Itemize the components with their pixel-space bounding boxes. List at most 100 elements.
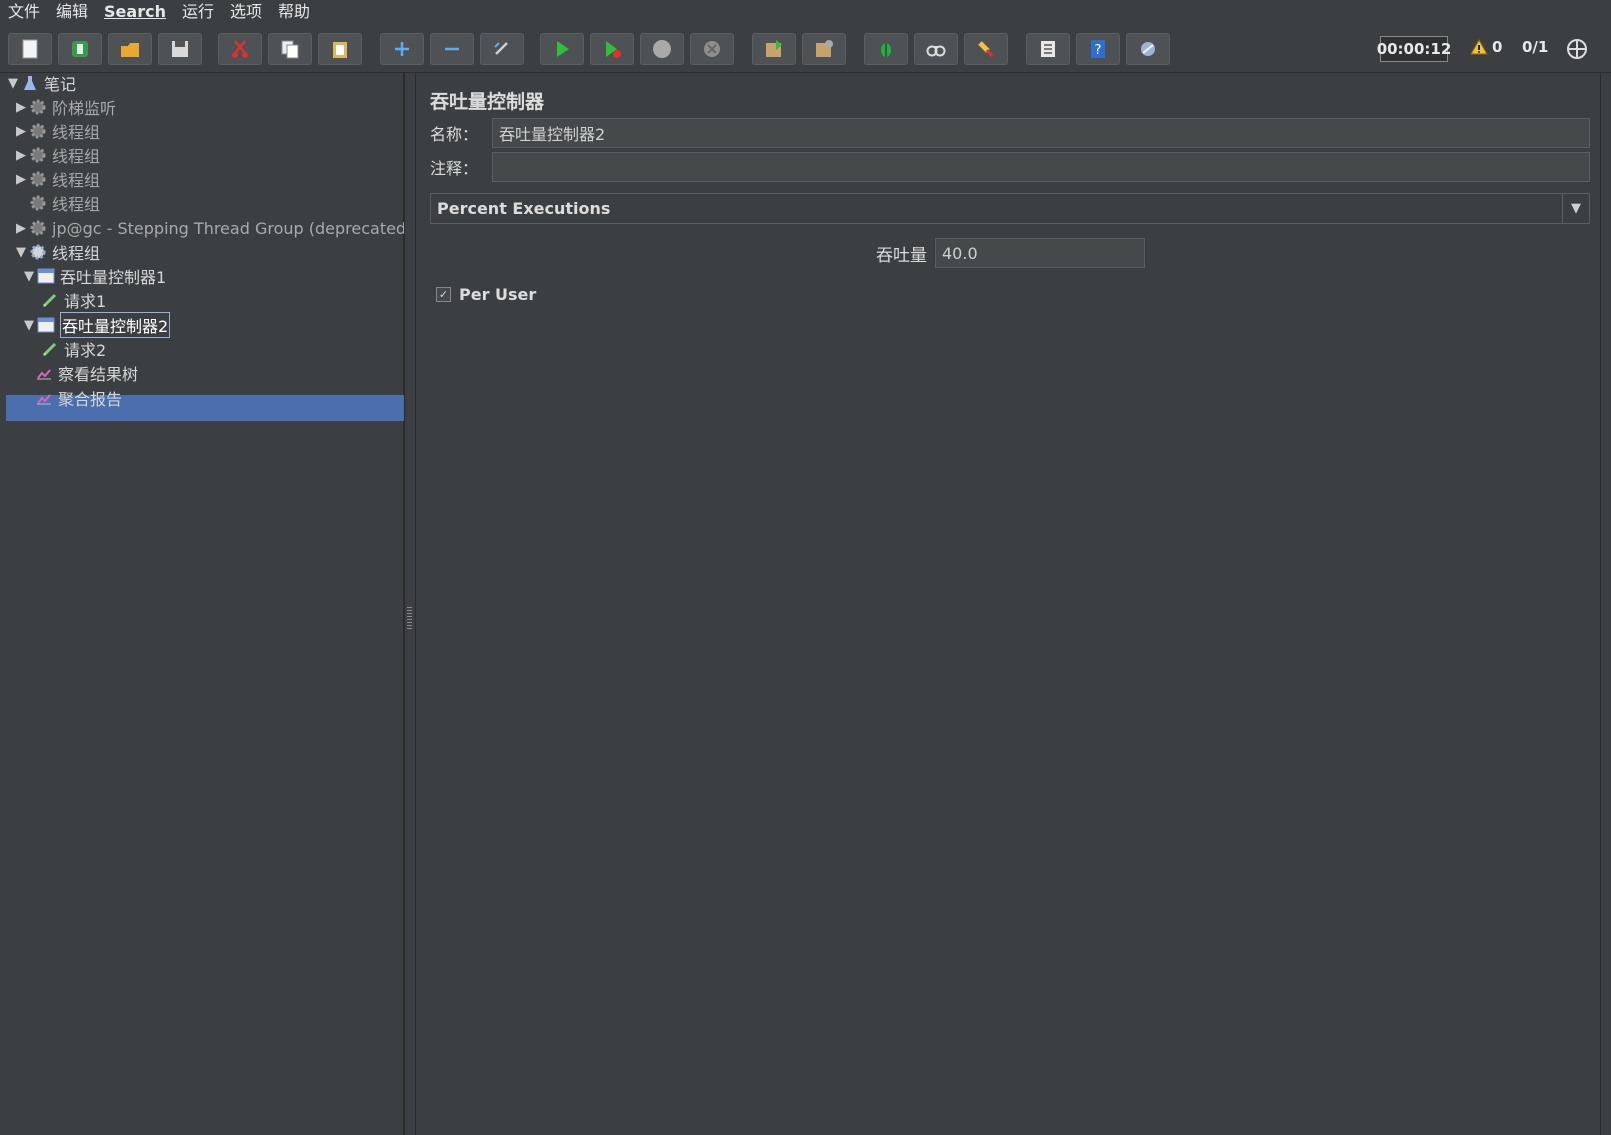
gear-icon xyxy=(28,121,48,141)
cut-button[interactable] xyxy=(218,33,262,65)
cut-icon xyxy=(232,40,248,58)
tree-node-aggregate-report[interactable]: 聚合报告 xyxy=(34,386,122,410)
throughput-input[interactable]: 40.0 xyxy=(935,238,1145,268)
expand-button[interactable] xyxy=(380,33,424,65)
tree-node-label: 线程组 xyxy=(52,123,101,142)
controller-icon xyxy=(36,266,56,286)
sampler-pen-icon xyxy=(40,339,60,359)
stop-button[interactable] xyxy=(640,33,684,65)
split-pane-divider[interactable] xyxy=(404,73,416,1135)
tree-node-label: 线程组 xyxy=(52,195,101,214)
expand-arrow-icon[interactable]: ▶ xyxy=(14,221,28,236)
expand-arrow-icon[interactable]: ▶ xyxy=(14,172,28,187)
tree-node-view-results-tree[interactable]: 察看结果树 xyxy=(34,361,138,385)
copy-button[interactable] xyxy=(268,33,312,65)
help-button[interactable]: ? xyxy=(1076,33,1120,65)
expand-arrow-icon[interactable]: ▶ xyxy=(14,148,28,163)
tree-node-stepping-thread-group[interactable]: ▶ jp@gc - Stepping Thread Group (depreca… xyxy=(14,216,412,240)
tree-node-stepping-listener[interactable]: ▶ 阶梯监听 xyxy=(14,95,116,119)
execution-mode-select[interactable]: Percent Executions ▼ xyxy=(430,193,1590,224)
search-button[interactable] xyxy=(914,33,958,65)
expand-arrow-icon[interactable]: ▶ xyxy=(14,124,28,139)
save-button[interactable] xyxy=(158,33,202,65)
tree-node-throughput-controller-2[interactable]: ▼ 吞吐量控制器2 xyxy=(22,312,171,338)
execution-mode-value: Percent Executions xyxy=(437,199,611,218)
svg-text:?: ? xyxy=(1095,43,1102,58)
collapse-arrow-icon[interactable]: ▼ xyxy=(22,318,36,333)
tree-node-label: 请求2 xyxy=(64,341,107,360)
remote-start-button[interactable] xyxy=(752,33,796,65)
tree-node-label: 线程组 xyxy=(52,171,101,190)
new-icon xyxy=(22,39,38,59)
controller-icon xyxy=(36,315,56,335)
tree-node-throughput-controller-1[interactable]: ▼ 吞吐量控制器1 xyxy=(22,264,166,288)
per-user-option[interactable]: ✓ Per User xyxy=(436,285,536,304)
menu-bar: 文件 编辑 Search 运行 选项 帮助 xyxy=(0,0,1611,24)
tree-node-thread-group[interactable]: ▶ 线程组 xyxy=(14,143,100,167)
start-button[interactable] xyxy=(540,33,584,65)
tree-node-root[interactable]: ▼ 笔记 xyxy=(6,71,76,95)
menu-options[interactable]: 选项 xyxy=(222,0,270,24)
list-button[interactable] xyxy=(1026,33,1070,65)
active-threads: 0/1 xyxy=(1522,38,1549,56)
listener-chart-icon xyxy=(34,363,54,383)
warning-counter[interactable]: 0 xyxy=(1470,38,1502,56)
tree-node-request-1[interactable]: 请求1 xyxy=(40,288,106,312)
menu-search[interactable]: Search xyxy=(96,0,174,24)
right-edge-divider xyxy=(1600,73,1611,1135)
name-field[interactable]: 吞吐量控制器2 xyxy=(492,118,1590,148)
comment-field[interactable] xyxy=(492,152,1590,182)
copy-icon xyxy=(281,40,299,59)
remote-exit-icon xyxy=(1141,42,1155,56)
tree-node-label: 聚合报告 xyxy=(58,390,123,409)
tree-node-label: 笔记 xyxy=(44,75,77,94)
tree-node-request-2[interactable]: 请求2 xyxy=(40,337,106,361)
function-helper-button[interactable] xyxy=(864,33,908,65)
shutdown-button[interactable] xyxy=(690,33,734,65)
throughput-row: 吞吐量 40.0 xyxy=(876,238,1145,268)
collapse-arrow-icon[interactable]: ▼ xyxy=(14,245,28,260)
tree-node-label: jp@gc - Stepping Thread Group (deprecate… xyxy=(52,218,413,238)
splitter-grip-icon[interactable] xyxy=(407,607,412,629)
new-button[interactable] xyxy=(8,33,52,65)
paste-button[interactable] xyxy=(318,33,362,65)
toolbar: ? 00:00:12 0 0/1 xyxy=(0,26,1611,73)
warning-count: 0 xyxy=(1492,38,1503,56)
gear-icon xyxy=(28,218,48,238)
expand-arrow-icon[interactable]: ▶ xyxy=(14,100,28,115)
menu-file[interactable]: 文件 xyxy=(0,0,48,24)
templates-button[interactable] xyxy=(58,33,102,65)
paste-icon xyxy=(333,42,347,58)
name-label: 名称： xyxy=(430,125,479,144)
search-icon xyxy=(926,45,946,57)
listener-chart-icon xyxy=(34,388,54,408)
tree-node-label: 线程组 xyxy=(52,147,101,166)
collapse-icon xyxy=(445,47,459,51)
tree-node-thread-group[interactable]: 线程组 xyxy=(14,191,100,215)
collapse-button[interactable] xyxy=(430,33,474,65)
clear-all-button[interactable] xyxy=(964,33,1008,65)
remote-start-icon xyxy=(766,40,782,57)
remote-stop-button[interactable] xyxy=(802,33,846,65)
start-no-pause-button[interactable] xyxy=(590,33,634,65)
comment-row: 注释： xyxy=(430,151,1590,183)
tree-node-label: 察看结果树 xyxy=(58,365,139,384)
toggle-button[interactable] xyxy=(480,33,524,65)
menu-help[interactable]: 帮助 xyxy=(270,0,318,24)
start-icon xyxy=(557,41,569,57)
collapse-arrow-icon[interactable]: ▼ xyxy=(6,76,20,91)
gear-icon xyxy=(28,145,48,165)
collapse-arrow-icon[interactable]: ▼ xyxy=(22,269,36,284)
menu-run[interactable]: 运行 xyxy=(174,0,222,24)
chevron-down-icon[interactable]: ▼ xyxy=(1562,194,1589,223)
tree-node-thread-group-active[interactable]: ▼ 线程组 xyxy=(14,240,100,264)
name-row: 名称： 吞吐量控制器2 xyxy=(430,117,1590,149)
remote-status-icon xyxy=(1567,39,1587,59)
tree-node-thread-group[interactable]: ▶ 线程组 xyxy=(14,119,100,143)
open-button[interactable] xyxy=(108,33,152,65)
tree-node-label: 请求1 xyxy=(64,292,107,311)
tree-node-thread-group[interactable]: ▶ 线程组 xyxy=(14,167,100,191)
remote-exit-button[interactable] xyxy=(1126,33,1170,65)
menu-edit[interactable]: 编辑 xyxy=(48,0,96,24)
per-user-checkbox[interactable]: ✓ xyxy=(436,287,451,302)
